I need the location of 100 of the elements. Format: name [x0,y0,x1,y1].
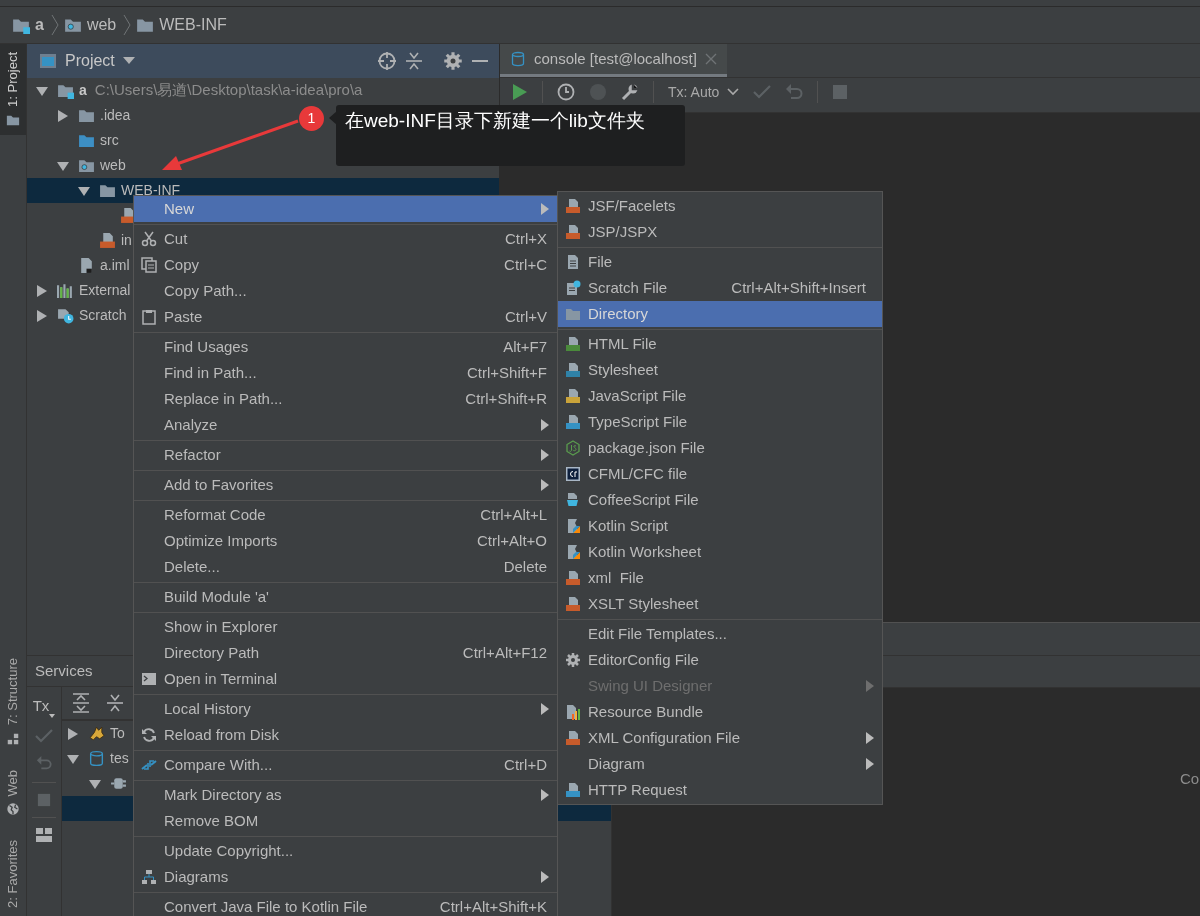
menu-item[interactable]: Reformat Code Ctrl+Alt+L [134,502,557,528]
menu-item[interactable]: EditorConfig File [558,647,882,673]
menu-item[interactable]: Open in Terminal [134,666,557,692]
menu-item[interactable]: Optimize Imports Ctrl+Alt+O [134,528,557,554]
expanded-arrow-icon[interactable] [57,159,69,172]
tree-item-label[interactable]: web [100,155,126,176]
menu-item[interactable]: XML Configuration File [558,725,882,751]
menu-item[interactable]: Kotlin Worksheet [558,539,882,565]
menu-item[interactable]: HTML File [558,331,882,357]
menu-item[interactable]: Resource Bundle [558,699,882,725]
tree-item-label[interactable]: .idea [100,105,131,126]
menu-item[interactable]: TypeScript File [558,409,882,435]
collapsed-arrow-icon[interactable] [67,727,79,740]
expanded-arrow-icon[interactable] [78,184,90,197]
collapse-all-icon[interactable] [405,51,423,71]
tree-item-label[interactable]: External [79,280,131,301]
menu-item[interactable]: Find Usages Alt+F7 [134,334,557,360]
tool-window-tab[interactable]: 2: Favorites [0,832,26,916]
collapsed-arrow-icon[interactable] [36,284,48,297]
tool-window-tab[interactable]: Web [0,761,26,825]
tool-window-tab[interactable]: 7: Structure [0,650,26,754]
shortcut-text: Ctrl+Shift+F [466,362,547,383]
menu-item[interactable]: Local History [134,696,557,722]
menu-item[interactable]: Build Module 'a' [134,584,557,610]
menu-item[interactable]: New [134,196,557,222]
menu-item[interactable]: Directory [558,301,882,327]
expanded-arrow-icon[interactable] [67,752,79,765]
submenu-arrow-icon [541,203,549,215]
menu-item[interactable]: Convert Java File to Kotlin File Ctrl+Alt+Shift+K [134,894,557,916]
panel-title[interactable]: Project [65,49,115,73]
menu-item[interactable]: Update Copyright... [134,838,557,864]
tree-item-label[interactable]: src [100,130,119,151]
menu-item[interactable]: Stylesheet [558,357,882,383]
tree-item-label[interactable]: a [79,80,87,101]
tree-item-label[interactable]: in [121,230,132,251]
check-icon[interactable] [35,727,53,744]
menu-item[interactable]: Refactor [134,442,557,468]
collapsed-arrow-icon[interactable] [36,309,48,322]
menu-item[interactable]: CFML/CFC file [558,461,882,487]
expand-all-icon[interactable] [72,693,90,713]
file-icon [565,570,581,586]
expanded-arrow-icon[interactable] [89,777,101,790]
file-icon [565,414,581,430]
menu-item[interactable]: CoffeeScript File [558,487,882,513]
run-icon[interactable] [512,83,528,101]
caret-icon[interactable] [122,57,135,65]
settings-icon[interactable] [443,51,463,71]
menu-item[interactable]: Reload from Disk [134,722,557,748]
collapse-all-icon[interactable] [106,693,124,713]
menu-item[interactable]: HTTP Request [558,777,882,803]
file-icon [565,782,581,798]
menu-item[interactable]: Find in Path... Ctrl+Shift+F [134,360,557,386]
menu-item[interactable]: JSF/Facelets [558,193,882,219]
menu-item[interactable]: Show in Explorer [134,614,557,640]
file-icon [565,544,581,560]
menu-item[interactable]: File [558,249,882,275]
menu-item[interactable]: JSP/JSPX [558,219,882,245]
breadcrumb-item[interactable]: web [86,13,117,37]
menu-item[interactable]: package.json File [558,435,882,461]
menu-item[interactable]: Edit File Templates... [558,621,882,647]
menu-item[interactable]: Mark Directory as [134,782,557,808]
tree-item-label[interactable]: tes [110,748,129,769]
menu-item[interactable]: Delete... Delete [134,554,557,580]
menu-item[interactable]: Copy Ctrl+C [134,252,557,278]
editor-tab[interactable]: console [test@localhost] [500,44,727,77]
tree-item-label[interactable]: To [110,723,125,744]
menu-item[interactable]: Copy Path... [134,278,557,304]
menu-item[interactable]: Replace in Path... Ctrl+Shift+R [134,386,557,412]
crosshair-icon[interactable] [377,51,397,71]
expanded-arrow-icon[interactable] [36,84,48,97]
menu-item[interactable]: Compare With... Ctrl+D [134,752,557,778]
tool-window-tab[interactable]: 1: Project [0,44,26,135]
menu-item[interactable]: xml File [558,565,882,591]
menu-item[interactable]: Scratch File Ctrl+Alt+Shift+Insert [558,275,882,301]
history-icon[interactable] [557,83,575,101]
menu-item[interactable]: JavaScript File [558,383,882,409]
submenu-arrow-icon [541,871,549,883]
panel-title[interactable]: Services [35,659,93,683]
menu-item[interactable]: Remove BOM [134,808,557,834]
layout-icon[interactable] [36,827,52,842]
collapsed-arrow-icon[interactable] [57,109,69,122]
menu-item[interactable]: Kotlin Script [558,513,882,539]
tree-item-label[interactable]: a.iml [100,255,130,276]
breadcrumb-item[interactable]: a [35,13,44,37]
menu-item[interactable]: Paste Ctrl+V [134,304,557,330]
check-icon[interactable] [753,84,772,100]
structure-icon [6,731,20,746]
breadcrumb-item[interactable]: WEB-INF [159,13,227,37]
menu-item[interactable]: Add to Favorites [134,472,557,498]
wrench-icon[interactable] [621,83,639,101]
folder-icon [78,157,95,174]
menu-item[interactable]: Directory Path Ctrl+Alt+F12 [134,640,557,666]
transaction-mode-button[interactable]: Tx [32,695,56,718]
menu-item[interactable]: XSLT Stylesheet [558,591,882,617]
menu-item[interactable]: Diagram [558,751,882,777]
menu-item[interactable]: Analyze [134,412,557,438]
tree-item-label[interactable]: Scratch [79,305,127,326]
menu-item[interactable]: Cut Ctrl+X [134,226,557,252]
menu-item[interactable]: Diagrams [134,864,557,890]
transaction-mode-dropdown[interactable]: Tx: Auto [668,81,740,103]
